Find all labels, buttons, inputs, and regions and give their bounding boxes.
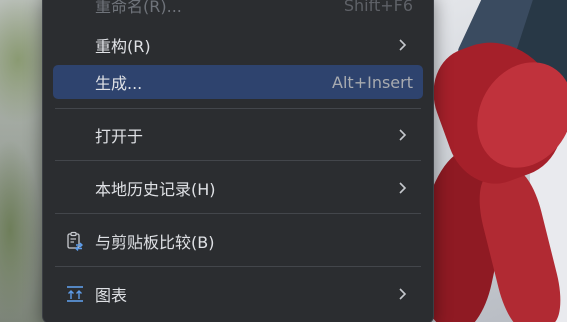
chevron-right-icon bbox=[399, 39, 407, 51]
menu-separator bbox=[55, 108, 421, 109]
chevron-right-icon bbox=[399, 288, 407, 300]
menu-item-rename[interactable]: 重命名(R)... Shift+F6 bbox=[53, 0, 423, 22]
menu-item-open-in[interactable]: 打开于 bbox=[53, 118, 423, 152]
clipboard-compare-icon bbox=[67, 231, 83, 251]
context-menu: 重命名(R)... Shift+F6 重构(R) 生成... Alt+Inser… bbox=[42, 0, 434, 322]
menu-separator bbox=[55, 160, 421, 161]
menu-item-diagrams[interactable]: 图表 bbox=[53, 277, 423, 311]
menu-item-label: 图表 bbox=[95, 286, 128, 305]
desktop-background: 重命名(R)... Shift+F6 重构(R) 生成... Alt+Inser… bbox=[0, 0, 567, 322]
menu-item-refactor[interactable]: 重构(R) bbox=[53, 28, 423, 62]
chevron-right-icon bbox=[399, 129, 407, 141]
menu-item-label: 重构(R) bbox=[95, 37, 151, 56]
wallpaper-illustration bbox=[430, 0, 567, 322]
menu-item-shortcut: Alt+Insert bbox=[332, 72, 413, 92]
diagram-icon bbox=[67, 286, 83, 302]
menu-item-local-history[interactable]: 本地历史记录(H) bbox=[53, 171, 423, 205]
menu-separator bbox=[55, 266, 421, 267]
menu-item-label: 本地历史记录(H) bbox=[95, 180, 216, 199]
menu-item-label: 打开于 bbox=[95, 127, 144, 146]
menu-separator bbox=[55, 213, 421, 214]
menu-item-generate[interactable]: 生成... Alt+Insert bbox=[53, 65, 423, 99]
menu-item-label: 重命名(R)... bbox=[95, 0, 182, 16]
menu-item-shortcut: Shift+F6 bbox=[343, 0, 413, 15]
menu-item-compare-clipboard[interactable]: 与剪贴板比较(B) bbox=[53, 224, 423, 258]
menu-item-label: 与剪贴板比较(B) bbox=[95, 233, 215, 252]
menu-item-label: 生成... bbox=[95, 74, 143, 93]
chevron-right-icon bbox=[399, 182, 407, 194]
